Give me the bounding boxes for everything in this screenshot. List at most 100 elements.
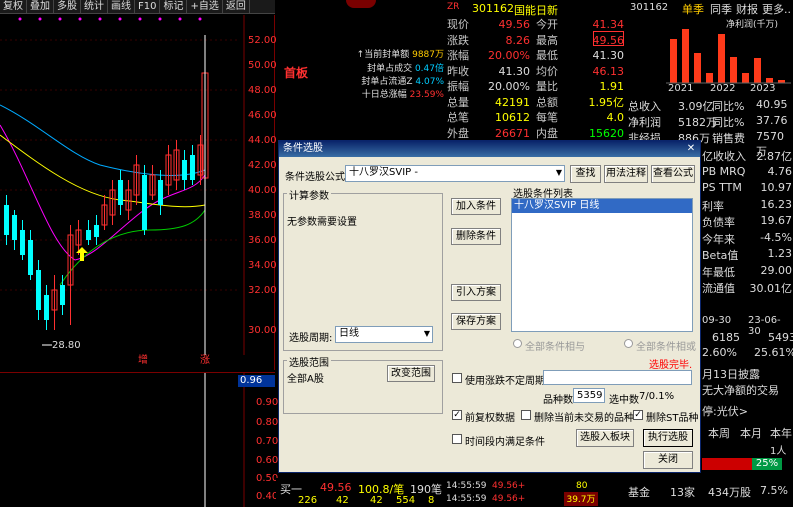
period-select[interactable]: 日线 ▼ [335, 326, 433, 343]
to-board-button[interactable]: 选股入板块 [576, 429, 634, 447]
price-label: 52.00 [248, 35, 277, 46]
chart-toolbar: 复权 叠加 多股 统计 画线 F10 标记 +自选 返回 [0, 0, 275, 14]
buy1-price: 49.56 [320, 481, 352, 494]
dialog-title: 条件选股 [283, 143, 323, 154]
radio-or-label: 全部条件相或 [636, 342, 696, 353]
find-button[interactable]: 查找 [570, 165, 601, 183]
view-formula-button[interactable]: 查看公式 [651, 165, 695, 183]
metric-label: 亿收收入 [702, 150, 746, 163]
year-label: 2023 [750, 83, 776, 94]
metric-label: PS TTM [702, 181, 742, 194]
holders-b: 5493 [768, 331, 793, 344]
profit-bars [666, 29, 791, 84]
metric-label: 利率 [702, 199, 724, 213]
remove-condition-button[interactable]: 删除条件 [451, 228, 501, 245]
quote-row: 现价 49.56 今开 41.34 [444, 17, 626, 32]
change-range-button[interactable]: 改变范围 [387, 365, 435, 382]
unfixed-period-checkbox[interactable] [452, 373, 462, 383]
usage-note-button[interactable]: 用法注释 [604, 165, 648, 183]
quote-label: 内盘 [536, 126, 558, 140]
fin-label: 总收入 [628, 100, 661, 113]
untraded-checkbox[interactable] [521, 410, 531, 420]
volume-label: 0.70 [256, 436, 279, 447]
quote-value: 1.95亿 [588, 95, 625, 109]
profit-bar [730, 57, 737, 83]
condition-list-item[interactable]: 十八罗汉SVIP 日线 [512, 199, 692, 213]
volume-label: 0.50 [256, 473, 279, 484]
app-root: 复权 叠加 多股 统计 画线 F10 标记 +自选 返回 52.00 50.00… [0, 0, 793, 507]
tick-price: 49.56+ [492, 494, 526, 504]
profit-bar [718, 34, 725, 83]
toolbar-fuquan[interactable]: 复权 [0, 0, 27, 13]
toolbar-mark[interactable]: 标记 [160, 0, 188, 13]
tab-same-quarter[interactable]: 同季 [710, 1, 732, 17]
st-checkbox[interactable]: ✓ [633, 410, 643, 420]
toolbar-stats[interactable]: 统计 [81, 0, 108, 13]
chevron-down-icon: ▼ [423, 329, 430, 338]
metric-row: 负债率 19.67 [702, 214, 792, 229]
toolbar-back[interactable]: 返回 [223, 0, 250, 13]
tab-more[interactable]: 更多.. [762, 1, 791, 17]
volume-svg [204, 373, 245, 507]
formula-select[interactable]: 十八罗汉SVIP - ▼ [345, 165, 565, 182]
unfixed-period-input[interactable] [543, 370, 692, 385]
toolbar-draw[interactable]: 画线 [108, 0, 135, 13]
year-label: 2022 [710, 83, 736, 94]
volume-label: 0.80 [256, 417, 279, 428]
fin-row: 净利润 5182万 同比% 37.76 [628, 114, 793, 129]
fin-label: 净利润 [628, 116, 661, 129]
metric-row: 流通值 30.01亿 [702, 280, 792, 295]
add-condition-button[interactable]: 加入条件 [451, 198, 501, 215]
quote-value: 49.56 [498, 18, 531, 31]
dialog-titlebar[interactable]: 条件选股 [279, 141, 700, 157]
fin-row: 总收入 3.09亿 同比% 40.95 [628, 98, 793, 113]
no-param-text: 无参数需要设置 [287, 217, 357, 228]
seal-value: 4.07% [415, 77, 444, 87]
toolbar-f10[interactable]: F10 [135, 0, 161, 13]
execute-button[interactable]: 执行选股 [643, 429, 693, 447]
tab-report[interactable]: 财报 [736, 1, 758, 17]
tab-single-quarter[interactable]: 单季 [682, 1, 704, 17]
close-icon[interactable]: ✕ [684, 142, 698, 155]
collapse-tab[interactable] [346, 0, 376, 8]
toolbar-multi[interactable]: 多股 [54, 0, 81, 13]
quote-label: 总笔 [447, 111, 469, 124]
tab-week[interactable]: 本周 [708, 425, 730, 441]
period-satisfy-checkbox[interactable] [452, 434, 462, 444]
fin-label: 同比% [712, 116, 745, 129]
condition-list[interactable]: 十八罗汉SVIP 日线 [511, 198, 693, 332]
toolbar-add-fav[interactable]: +自选 [187, 0, 223, 13]
zt-tag: 涨 [200, 355, 210, 366]
price-label: 30.00 [248, 325, 277, 336]
first-board-tag: 首板 [284, 66, 309, 80]
close-button[interactable]: 关闭 [643, 451, 693, 469]
fund-label: 基金 [628, 486, 650, 499]
quote-label: 振幅 [447, 80, 469, 93]
tab-year[interactable]: 本年 [770, 425, 792, 441]
seal-row: 十日总涨幅 23.59% [316, 87, 444, 100]
quote-label: 涨幅 [447, 49, 469, 62]
fund-count: 13家 [670, 486, 695, 499]
quote-label: 总量 [447, 95, 469, 109]
toolbar-overlay[interactable]: 叠加 [27, 0, 54, 13]
kline-chart[interactable]: 52.00 50.00 48.00 46.00 44.00 42.00 40.0… [0, 15, 277, 370]
quote-value: 41.30 [498, 64, 531, 78]
import-plan-button[interactable]: 引入方案 [451, 284, 501, 301]
quote-label: 现价 [447, 18, 469, 31]
price-label: 40.00 [248, 185, 277, 196]
save-plan-button[interactable]: 保存方案 [451, 313, 501, 330]
metric-value: -4.5% [760, 230, 792, 244]
volume-pane[interactable]: 0.96 0.90 0.80 0.70 0.60 0.50 0.40 [0, 372, 279, 507]
profit-bar [742, 73, 749, 83]
notice-date[interactable]: 月13日披露 [702, 366, 760, 382]
seal-label: ↑当前封单额 [356, 50, 410, 60]
tab-month[interactable]: 本月 [740, 425, 762, 441]
count-label: 品种数 [543, 395, 573, 406]
prev-adjust-checkbox[interactable]: ✓ [452, 410, 462, 420]
row2-cell: 8 [428, 495, 435, 506]
volume-label: 0.90 [256, 397, 279, 408]
industry-link[interactable]: 停:光伏> [702, 403, 748, 419]
radio-and[interactable] [513, 339, 522, 348]
radio-or[interactable] [624, 339, 633, 348]
holders-a: 6185 [712, 331, 740, 344]
